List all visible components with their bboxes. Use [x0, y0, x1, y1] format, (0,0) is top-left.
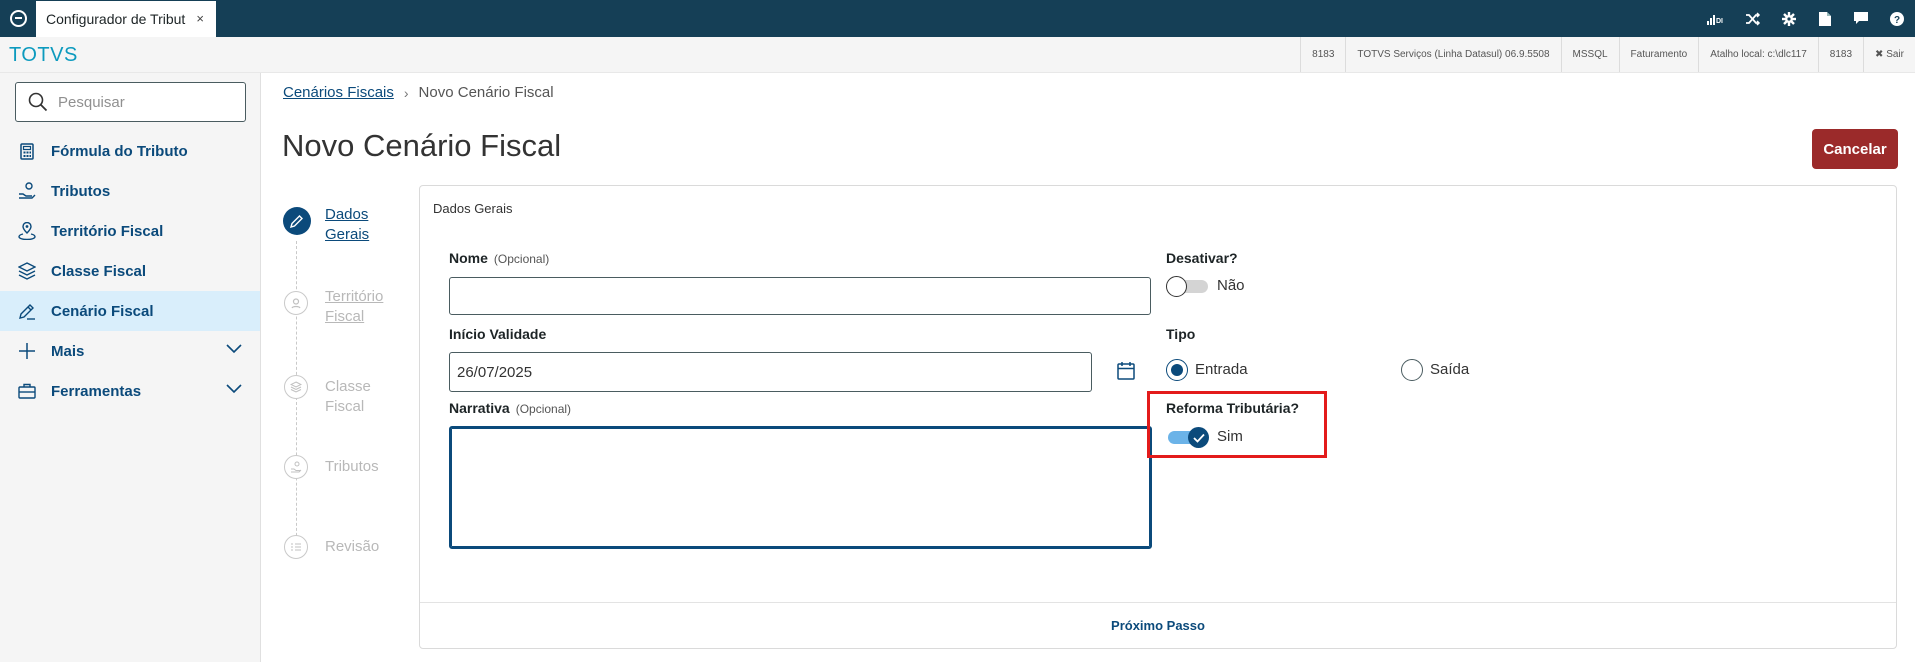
search-icon [28, 92, 48, 112]
search-input[interactable] [58, 93, 228, 111]
sidebar-item-territorio-fiscal[interactable]: Território Fiscal [0, 211, 260, 251]
step-label: Classe Fiscal [325, 378, 371, 415]
desativar-state-label: Não [1217, 277, 1245, 294]
sidebar-item-label: Mais [51, 342, 85, 360]
sidebar-item-cenario-fiscal[interactable]: Cenário Fiscal [0, 291, 260, 331]
narrativa-optional-hint: (Opcional) [515, 402, 572, 416]
info-module: Faturamento [1618, 37, 1699, 72]
nome-label-text: Nome [449, 250, 488, 266]
tipo-label: Tipo [1166, 326, 1196, 342]
title-bar: Configurador de Tribut × DI ? [0, 0, 1915, 37]
inicio-validade-field[interactable] [449, 352, 1092, 392]
step-label-line2: Gerais [325, 226, 370, 243]
toolbox-icon [18, 382, 36, 400]
tipo-radio-saida[interactable] [1401, 359, 1423, 381]
step-label: Tributos [325, 458, 379, 475]
sidebar-item-label: Classe Fiscal [51, 262, 147, 280]
step-label-line1: Território [325, 288, 384, 305]
toggle-knob [1166, 276, 1187, 297]
sidebar-item-tributos[interactable]: Tributos [0, 171, 260, 211]
info-local-shortcut: Atalho local: c:\dlc117 [1698, 37, 1818, 72]
desativar-toggle[interactable] [1166, 275, 1210, 297]
pencil-icon [18, 302, 36, 320]
info-company-code: 8183 [1300, 37, 1345, 72]
info-user-code: 8183 [1817, 37, 1863, 72]
narrativa-label: Narrativa (Opcional) [449, 400, 571, 416]
app-header: TOTVS 8183 TOTVS Serviços (Linha Datasul… [0, 37, 1915, 73]
sidebar: Fórmula do Tributo Tributos Território F… [0, 73, 261, 662]
layers-icon [284, 375, 308, 399]
sidebar-item-label: Ferramentas [51, 382, 142, 400]
system-toolbar: DI ? [1699, 0, 1915, 37]
tab-title: Configurador de Tribut [46, 11, 186, 27]
sidebar-item-label: Fórmula do Tributo [51, 142, 188, 160]
breadcrumb-separator-icon: › [403, 84, 409, 101]
sidebar-item-label: Território Fiscal [51, 222, 164, 240]
tab-close-icon[interactable]: × [196, 11, 204, 26]
document-icon[interactable] [1807, 0, 1843, 37]
sidebar-item-ferramentas[interactable]: Ferramentas [0, 371, 260, 411]
breadcrumb: Cenários Fiscais › Novo Cenário Fiscal [283, 84, 554, 101]
breadcrumb-current: Novo Cenário Fiscal [418, 84, 554, 101]
session-info: 8183 TOTVS Serviços (Linha Datasul) 06.9… [1300, 37, 1915, 72]
chevron-down-icon[interactable] [226, 384, 242, 394]
page-title: Novo Cenário Fiscal [282, 128, 562, 163]
sidebar-item-mais[interactable]: Mais [0, 331, 260, 371]
sidebar-item-classe-fiscal[interactable]: Classe Fiscal [0, 251, 260, 291]
step-label: Revisão [325, 538, 380, 555]
search-box[interactable] [15, 82, 246, 122]
step-label[interactable]: Território Fiscal [325, 287, 383, 327]
narrativa-textarea[interactable] [449, 426, 1152, 549]
breadcrumb-link-cenarios-fiscais[interactable]: Cenários Fiscais [283, 84, 394, 101]
help-icon-glyph: ? [1894, 15, 1900, 26]
signal-icon[interactable]: DI [1699, 0, 1735, 37]
nome-label: Nome (Opcional) [449, 250, 549, 266]
hand-coin-icon [284, 455, 308, 479]
radio-dot [1171, 364, 1183, 376]
cancel-button[interactable]: Cancelar [1812, 129, 1898, 169]
highlight-box [1147, 391, 1327, 458]
tipo-radio-saida-label[interactable]: Saída [1430, 361, 1469, 378]
calendar-icon[interactable] [1117, 361, 1135, 380]
help-icon[interactable]: ? [1879, 0, 1915, 37]
app-logo-icon[interactable] [0, 0, 36, 37]
shuffle-icon[interactable] [1735, 0, 1771, 37]
pencil-icon [283, 207, 311, 235]
nome-optional-hint: (Opcional) [493, 252, 550, 266]
brand-logo: TOTVS [9, 44, 78, 66]
plus-icon [18, 342, 36, 360]
step-label-line2: Fiscal [325, 308, 365, 325]
desativar-label: Desativar? [1166, 250, 1238, 266]
card-footer: Próximo Passo [420, 602, 1896, 648]
info-product-version: TOTVS Serviços (Linha Datasul) 06.9.5508 [1345, 37, 1560, 72]
tab-configurador[interactable]: Configurador de Tribut × [36, 1, 216, 37]
tipo-radio-entrada-label[interactable]: Entrada [1195, 361, 1248, 378]
chevron-down-icon[interactable] [226, 344, 242, 354]
sidebar-item-label: Cenário Fiscal [51, 302, 154, 320]
info-database: MSSQL [1560, 37, 1619, 72]
map-pin-icon [284, 291, 308, 315]
sidebar-item-formula-do-tributo[interactable]: Fórmula do Tributo [0, 131, 260, 171]
gear-icon[interactable] [1771, 0, 1807, 37]
checklist-icon [284, 535, 308, 559]
step-label-line1: Dados [325, 206, 369, 223]
section-title: Dados Gerais [433, 201, 513, 216]
chat-icon[interactable] [1843, 0, 1879, 37]
inicio-validade-label: Início Validade [449, 326, 547, 342]
wizard-stepper: Dados Gerais Território Fiscal Classe Fi… [282, 205, 412, 565]
step-label[interactable]: Dados Gerais [325, 205, 369, 245]
exit-button[interactable]: ✖ Sair [1863, 37, 1915, 72]
tipo-radio-entrada[interactable] [1166, 359, 1188, 381]
hand-coin-icon [18, 182, 36, 200]
next-step-button[interactable]: Próximo Passo [1111, 618, 1205, 633]
map-pin-icon [18, 222, 36, 240]
signal-icon-text: DI [1716, 18, 1723, 25]
narrativa-label-text: Narrativa [449, 400, 510, 416]
nome-field[interactable] [449, 277, 1151, 315]
sidebar-menu: Fórmula do Tributo Tributos Território F… [0, 131, 260, 411]
sidebar-item-label: Tributos [51, 182, 111, 200]
calculator-icon [18, 142, 36, 160]
layers-icon [18, 262, 36, 280]
